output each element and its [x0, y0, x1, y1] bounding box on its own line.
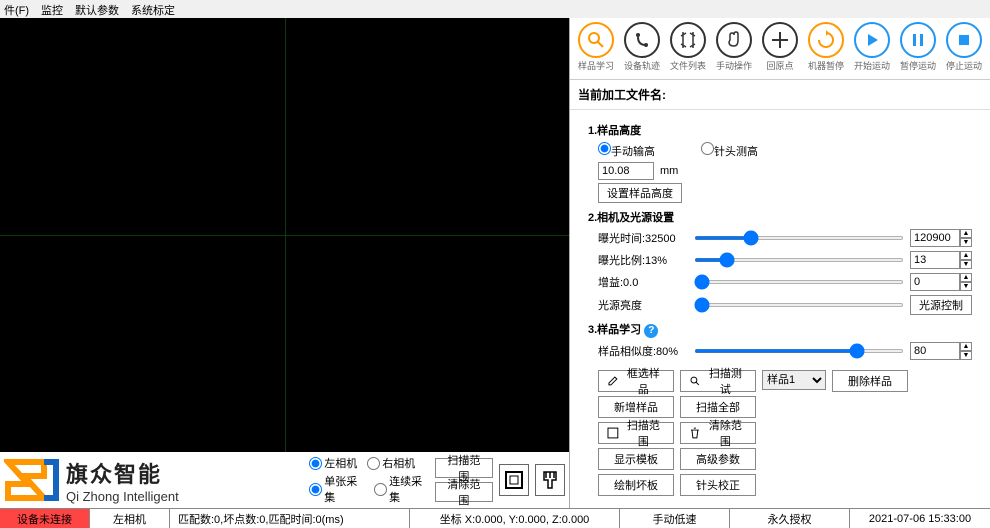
light-control-button[interactable]: 光源控制	[910, 295, 972, 315]
radio-left-camera[interactable]: 左相机	[309, 455, 357, 471]
tool-play[interactable]: 开始运动	[850, 22, 894, 75]
radio-probe-height[interactable]: 针头测高	[701, 142, 758, 159]
radio-single-capture[interactable]: 单张采集	[309, 473, 364, 505]
status-coords: 坐标 X:0.000, Y:0.000, Z:0.000	[410, 509, 620, 528]
edit-icon	[607, 375, 619, 387]
spin-down[interactable]: ▼	[960, 260, 972, 269]
brush-icon[interactable]	[535, 464, 565, 496]
clear-range-button-2[interactable]: 清除范围	[680, 422, 756, 444]
tool-manual[interactable]: 手动操作	[712, 22, 756, 75]
spin-up[interactable]: ▲	[960, 229, 972, 238]
status-datetime: 2021-07-06 15:33:00	[850, 509, 990, 528]
tool-filelist[interactable]: 文件列表	[666, 22, 710, 75]
sample-select[interactable]: 样品1	[762, 370, 826, 390]
exposure-time-label: 曝光时间:32500	[598, 230, 688, 246]
set-height-button[interactable]: 设置样品高度	[598, 183, 682, 203]
light-slider[interactable]	[694, 303, 904, 307]
section-3-title: 3.样品学习 ?	[588, 321, 972, 338]
exposure-time-value[interactable]	[910, 229, 960, 247]
tool-rotate[interactable]: 机器暂停	[804, 22, 848, 75]
probe-calibrate-button[interactable]: 针头校正	[680, 474, 756, 496]
current-filename-label: 当前加工文件名:	[570, 80, 990, 110]
status-camera: 左相机	[90, 509, 170, 528]
spin-down[interactable]: ▼	[960, 282, 972, 291]
radio-manual-height[interactable]: 手动输高	[598, 142, 655, 159]
height-unit: mm	[660, 165, 678, 177]
radio-right-camera[interactable]: 右相机	[367, 455, 415, 471]
exposure-time-slider[interactable]	[694, 236, 904, 240]
draw-badboard-button[interactable]: 绘制坏板	[598, 474, 674, 496]
rect-icon	[607, 427, 619, 439]
logo-text-cn: 旗众智能	[66, 457, 179, 489]
clear-range-button[interactable]: 清除范围	[435, 482, 493, 502]
logo-mark-icon	[4, 458, 60, 502]
advanced-params-button[interactable]: 高级参数	[680, 448, 756, 470]
spin-down[interactable]: ▼	[960, 238, 972, 247]
section-2-title: 2.相机及光源设置	[588, 209, 972, 225]
height-input[interactable]	[598, 162, 654, 180]
exposure-ratio-value[interactable]	[910, 251, 960, 269]
crosshair-vertical	[285, 18, 286, 452]
toolbar: 样品学习 设备轨迹 文件列表 手动操作 回原点 机器暂停 开始运动 暂停运动 停…	[570, 18, 990, 80]
show-template-button[interactable]: 显示模板	[598, 448, 674, 470]
tool-path[interactable]: 设备轨迹	[620, 22, 664, 75]
status-speed: 手动低速	[620, 509, 730, 528]
exposure-ratio-slider[interactable]	[694, 258, 904, 262]
spin-down[interactable]: ▼	[960, 351, 972, 360]
scan-range-button[interactable]: 扫描范围	[435, 458, 493, 478]
status-license: 永久授权	[730, 509, 850, 528]
camera-viewport[interactable]	[0, 18, 569, 452]
exposure-ratio-label: 曝光比例:13%	[598, 252, 688, 268]
scan-all-button[interactable]: 扫描全部	[680, 396, 756, 418]
gain-value[interactable]	[910, 273, 960, 291]
tool-pause[interactable]: 暂停运动	[896, 22, 940, 75]
delete-sample-button[interactable]: 删除样品	[832, 370, 908, 392]
logo-text-en: Qi Zhong Intelligent	[66, 489, 179, 504]
status-connection: 设备未连接	[0, 509, 90, 528]
spin-up[interactable]: ▲	[960, 273, 972, 282]
gain-label: 增益:0.0	[598, 274, 688, 290]
tool-stop[interactable]: 停止运动	[942, 22, 986, 75]
light-label: 光源亮度	[598, 297, 688, 313]
tool-sample-learn[interactable]: 样品学习	[574, 22, 618, 75]
section-1-title: 1.样品高度	[588, 122, 972, 138]
trash-icon	[689, 427, 701, 439]
gain-slider[interactable]	[694, 280, 904, 284]
similarity-label: 样品相似度:80%	[598, 343, 688, 359]
tool-origin[interactable]: 回原点	[758, 22, 802, 75]
new-sample-button[interactable]: 新增样品	[598, 396, 674, 418]
menu-defaults[interactable]: 默认参数	[75, 2, 119, 16]
similarity-value[interactable]	[910, 342, 960, 360]
section-4-title: 4.设置轨迹	[588, 506, 972, 508]
statusbar: 设备未连接 左相机 匹配数:0,坏点数:0,匹配时间:0(ms) 坐标 X:0.…	[0, 508, 990, 528]
fit-view-icon[interactable]	[499, 464, 529, 496]
menu-monitor[interactable]: 监控	[41, 2, 63, 16]
select-sample-button[interactable]: 框选样品	[598, 370, 674, 392]
menu-file[interactable]: 件(F)	[4, 2, 29, 16]
radio-continuous-capture[interactable]: 连续采集	[374, 473, 429, 505]
spin-up[interactable]: ▲	[960, 251, 972, 260]
menubar: 件(F) 监控 默认参数 系统标定	[0, 0, 990, 18]
search-icon	[689, 375, 701, 387]
spin-up[interactable]: ▲	[960, 342, 972, 351]
similarity-slider[interactable]	[694, 349, 904, 353]
menu-calibrate[interactable]: 系统标定	[131, 2, 175, 16]
scan-range-button-2[interactable]: 扫描范围	[598, 422, 674, 444]
status-match: 匹配数:0,坏点数:0,匹配时间:0(ms)	[170, 509, 410, 528]
logo: 旗众智能 Qi Zhong Intelligent	[4, 456, 303, 504]
scan-test-button[interactable]: 扫描测试	[680, 370, 756, 392]
help-icon[interactable]: ?	[644, 324, 658, 338]
